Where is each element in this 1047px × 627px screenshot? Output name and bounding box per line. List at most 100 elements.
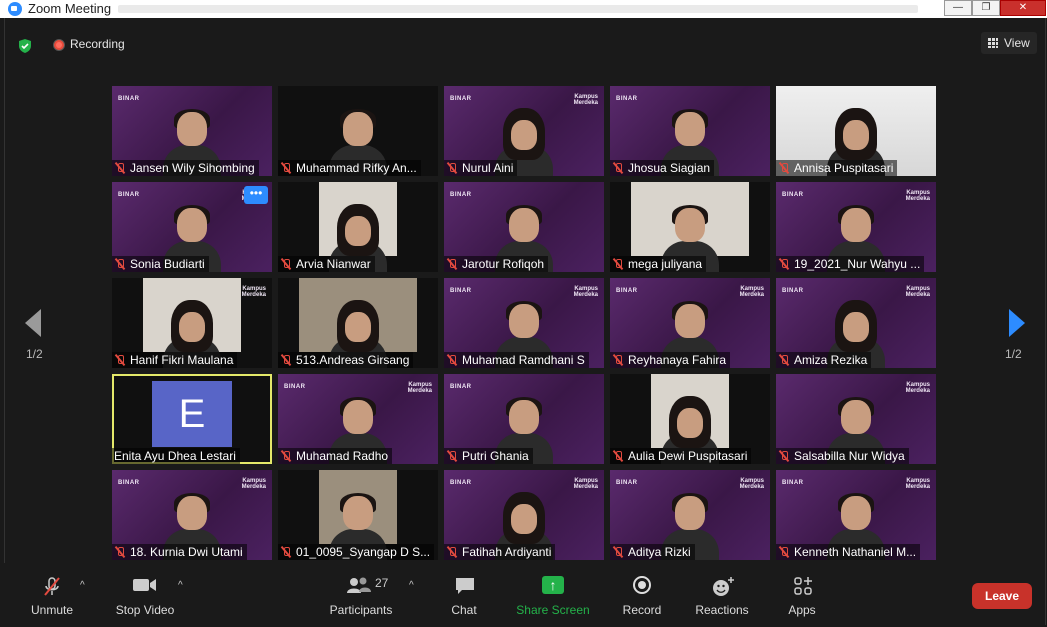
muted-microphone-icon — [280, 354, 292, 366]
apps-icon — [794, 577, 812, 595]
participant-video-tile[interactable]: Aulia Dewi Puspitasari — [610, 374, 770, 464]
participant-name: 01_0095_Syangap D S... — [296, 545, 431, 559]
participant-name-bar: Salsabilla Nur Widya — [776, 448, 909, 464]
participant-video-tile[interactable]: BINAR Putri Ghania — [444, 374, 604, 464]
share-screen-icon — [542, 576, 564, 594]
participant-name-bar: Aditya Rizki — [610, 544, 695, 560]
muted-microphone-icon — [612, 546, 624, 558]
page-indicator-left: 1/2 — [26, 347, 43, 361]
view-button[interactable]: View — [981, 32, 1037, 54]
participant-video-tile[interactable]: BINAR Kampus Merdeka Kenneth Nathaniel M..… — [776, 470, 936, 560]
binar-logo: BINAR — [616, 96, 638, 102]
participant-name: Jhosua Siagian — [628, 161, 711, 175]
kampus-merdeka-logo: Kampus Merdeka — [905, 382, 930, 394]
muted-microphone-icon — [612, 162, 624, 174]
silhouette-head — [675, 304, 705, 338]
participant-name-bar: Muhamad Radho — [278, 448, 393, 464]
binar-logo: BINAR — [782, 192, 804, 198]
participant-name: mega juliyana — [628, 257, 703, 271]
participant-name-bar: Enita Ayu Dhea Lestari — [112, 448, 240, 464]
participant-name-bar: 513.Andreas Girsang — [278, 352, 414, 368]
participant-video-tile[interactable]: Annisa Puspitasari — [776, 86, 936, 176]
close-button[interactable]: ✕ — [1000, 0, 1046, 16]
participant-video-tile[interactable]: BINAR Kampus Merdeka Nurul Aini — [444, 86, 604, 176]
participant-video-tile[interactable]: mega juliyana — [610, 182, 770, 272]
muted-microphone-icon — [114, 258, 126, 270]
participant-video-tile[interactable]: BINAR Kampus Merdeka 18. Kurnia Dwi Utami — [112, 470, 272, 560]
video-options-caret-icon[interactable]: ^ — [178, 580, 183, 591]
audio-options-caret-icon[interactable]: ^ — [80, 580, 85, 591]
participant-video-tile[interactable]: BINAR Kampus Merdeka Amiza Rezika — [776, 278, 936, 368]
participant-video-tile[interactable]: Kampus Merdeka Hanif Fikri Maulana — [112, 278, 272, 368]
binar-logo: BINAR — [450, 96, 472, 102]
participant-name: Amiza Rezika — [794, 353, 868, 367]
muted-microphone-icon — [778, 546, 790, 558]
participant-name-bar: Fatihah Ardiyanti — [444, 544, 556, 560]
tile-more-options-button[interactable]: ••• — [244, 186, 268, 204]
silhouette-head — [509, 304, 539, 338]
binar-logo: BINAR — [450, 384, 472, 390]
silhouette-head — [511, 504, 537, 534]
participant-name-bar: Aulia Dewi Puspitasari — [610, 448, 752, 464]
leave-button[interactable]: Leave — [972, 583, 1032, 609]
participant-name-bar: Jhosua Siagian — [610, 160, 715, 176]
muted-microphone-icon — [778, 354, 790, 366]
participant-video-tile[interactable]: BINAR Kampus Merdeka 19_2021_Nur Wahyu ... — [776, 182, 936, 272]
silhouette-head — [509, 208, 539, 242]
minimize-button[interactable]: — — [944, 0, 972, 16]
kampus-merdeka-logo: Kampus Merdeka — [905, 190, 930, 202]
participant-video-tile[interactable]: BINAR Kampus Merdeka Fatihah Ardiyanti — [444, 470, 604, 560]
muted-microphone-icon — [778, 450, 790, 462]
participant-video-tile[interactable]: Arvia Nianwar — [278, 182, 438, 272]
muted-microphone-icon — [446, 450, 458, 462]
muted-microphone-icon — [612, 354, 624, 366]
security-shield-icon[interactable] — [17, 38, 33, 54]
participant-video-tile[interactable]: BINAR Kampus Merdeka Muhamad Radho — [278, 374, 438, 464]
silhouette-head — [843, 312, 869, 342]
participant-video-tile[interactable]: BINAR Jarotur Rofiqoh — [444, 182, 604, 272]
kampus-merdeka-logo: Kampus Merdeka — [241, 286, 266, 298]
participant-name-bar: Reyhanaya Fahira — [610, 352, 731, 368]
participant-video-tile[interactable]: Muhammad Rifky An... — [278, 86, 438, 176]
muted-microphone-icon — [280, 258, 292, 270]
participant-video-tile[interactable]: BINAR Jhosua Siagian — [610, 86, 770, 176]
previous-page-arrow-icon[interactable] — [25, 309, 41, 337]
participant-video-tile[interactable]: 01_0095_Syangap D S... — [278, 470, 438, 560]
silhouette-head — [675, 112, 705, 146]
participant-name-bar: Hanif Fikri Maulana — [112, 352, 238, 368]
participant-name: Salsabilla Nur Widya — [794, 449, 905, 463]
participant-name: Muhammad Rifky An... — [296, 161, 417, 175]
participant-name: 19_2021_Nur Wahyu ... — [794, 257, 921, 271]
participant-video-tile[interactable]: BINAR Kampus Merdeka Aditya Rizki — [610, 470, 770, 560]
participants-label: Participants — [329, 603, 393, 617]
reactions-label: Reactions — [695, 603, 749, 617]
chat-label: Chat — [451, 603, 477, 617]
participant-video-tile[interactable]: E Enita Ayu Dhea Lestari — [112, 374, 272, 464]
kampus-merdeka-logo: Kampus Merdeka — [739, 286, 764, 298]
participant-name: Fatihah Ardiyanti — [462, 545, 552, 559]
binar-logo: BINAR — [782, 480, 804, 486]
participants-count: 27 — [375, 576, 389, 590]
muted-microphone-icon — [446, 162, 458, 174]
unmute-label: Unmute — [30, 603, 74, 617]
silhouette-head — [179, 312, 205, 342]
binar-logo: BINAR — [284, 384, 306, 390]
next-page-arrow-icon[interactable] — [1009, 309, 1025, 337]
participant-video-tile[interactable]: BINAR Kampus Merdeka Muhamad Ramdhani S — [444, 278, 604, 368]
participant-video-tile[interactable]: BINAR Kampus Merdeka Reyhanaya Fahira — [610, 278, 770, 368]
participant-name-bar: Putri Ghania — [444, 448, 533, 464]
binar-logo: BINAR — [118, 192, 140, 198]
participant-video-tile[interactable]: 513.Andreas Girsang — [278, 278, 438, 368]
silhouette-head — [511, 120, 537, 150]
participant-name: Muhamad Radho — [296, 449, 389, 463]
silhouette-head — [345, 216, 371, 246]
maximize-button[interactable]: ❐ — [972, 0, 1000, 16]
participant-video-tile[interactable]: BINARKampus Merdeka•••Sonia Budiarti — [112, 182, 272, 272]
participant-video-tile[interactable]: Kampus Merdeka Salsabilla Nur Widya — [776, 374, 936, 464]
gallery-grid-icon — [988, 38, 998, 48]
binar-logo: BINAR — [450, 192, 472, 198]
silhouette-head — [677, 408, 703, 438]
participant-video-tile[interactable]: BINAR Jansen Wily Sihombing — [112, 86, 272, 176]
title-bar-background — [118, 5, 918, 13]
participants-options-caret-icon[interactable]: ^ — [409, 580, 414, 591]
